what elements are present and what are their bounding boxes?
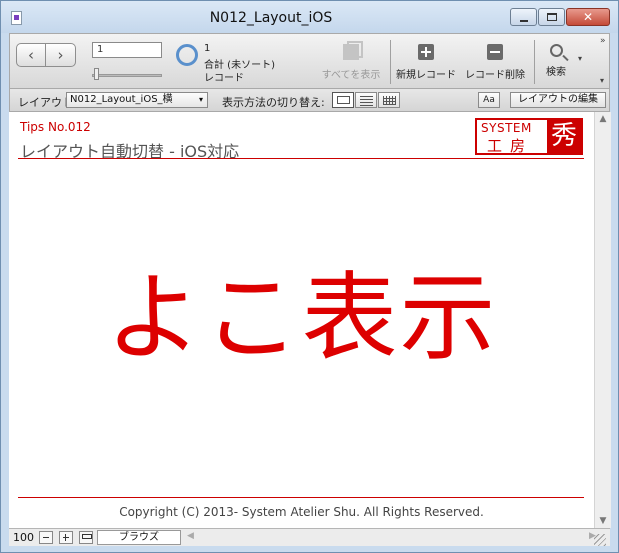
scroll-up-icon[interactable]: ▲	[595, 114, 611, 124]
delete-record-label: レコード削除	[465, 70, 525, 81]
close-button[interactable]: ✕	[566, 8, 610, 26]
logo-shu-mark: 秀	[547, 120, 581, 153]
edit-layout-button[interactable]: レイアウトの編集	[510, 92, 606, 108]
layout-select-value: N012_Layout_iOS_横	[70, 94, 173, 105]
toggle-status-toolbar-button[interactable]	[79, 531, 93, 544]
form-view-icon	[337, 96, 350, 104]
table-view-icon	[383, 96, 396, 105]
found-count: 1	[204, 43, 211, 54]
find-menu-caret-icon[interactable]: ▾	[578, 54, 582, 63]
view-as-label: 表示方法の切り替え:	[222, 96, 325, 109]
record-slider-thumb[interactable]	[94, 68, 99, 80]
system-kobo-shu-logo: SYSTEM 工房 秀	[475, 118, 583, 155]
record-navigation: ‹ ›	[16, 43, 76, 67]
document-icon[interactable]	[11, 11, 22, 25]
records-label: レコード	[204, 73, 244, 84]
view-mode-buttons	[332, 92, 401, 108]
table-view-button[interactable]	[378, 92, 400, 108]
delete-record-button[interactable]: レコード削除	[462, 38, 528, 81]
toolbar-divider	[390, 40, 391, 84]
toolbar-divider	[534, 40, 535, 84]
zoom-out-button[interactable]	[39, 531, 53, 544]
find-label: 検索	[546, 67, 566, 78]
tips-number: Tips No.012	[20, 120, 91, 134]
maximize-icon	[547, 13, 557, 21]
window-controls: ✕	[509, 8, 610, 26]
chevron-down-icon: ▾	[198, 95, 203, 104]
layout-select[interactable]: N012_Layout_iOS_横 ▾	[66, 92, 208, 108]
scroll-left-icon[interactable]: ◀	[187, 531, 194, 541]
record-slider[interactable]	[92, 74, 162, 77]
resize-grip-icon[interactable]	[594, 534, 606, 546]
previous-record-button[interactable]: ‹	[16, 43, 46, 67]
show-all-icon	[343, 41, 363, 60]
status-toolbar: ‹ › 1 1 合計 (未ソート) レコード すべてを表示 新規レコード レコー…	[9, 33, 610, 89]
form-view-button[interactable]	[332, 92, 354, 108]
new-record-button[interactable]: 新規レコード	[394, 38, 458, 81]
vertical-scrollbar[interactable]: ▲ ▼	[594, 112, 611, 528]
orientation-label: よこ表示	[105, 262, 498, 374]
minimize-icon	[520, 20, 528, 22]
window-title: N012_Layout_iOS	[209, 10, 333, 26]
formatting-bar-button[interactable]: Aa	[478, 92, 500, 108]
minus-icon	[487, 44, 503, 60]
scroll-down-icon[interactable]: ▼	[595, 516, 611, 526]
layout-content: Tips No.012 レイアウト自動切替 - iOS対応 SYSTEM 工房 …	[9, 112, 594, 528]
find-button[interactable]: 検索	[538, 38, 574, 78]
minimize-button[interactable]	[510, 8, 537, 26]
layout-bar: レイアウト: N012_Layout_iOS_横 ▾ 表示方法の切り替え: Aa…	[9, 89, 610, 112]
logo-kobo-text: 工房	[487, 137, 534, 155]
plus-icon	[418, 44, 434, 60]
toolbar-overflow-icon[interactable]: »	[600, 36, 606, 46]
record-number-input[interactable]: 1	[92, 42, 162, 58]
status-bar: 100 ブラウズ ◀ ▶	[9, 528, 610, 546]
maximize-button[interactable]	[538, 8, 565, 26]
list-view-button[interactable]	[355, 92, 377, 108]
search-icon	[549, 44, 563, 57]
logo-system-text: SYSTEM	[481, 121, 532, 135]
next-record-button[interactable]: ›	[46, 43, 76, 67]
pie-chart-icon	[176, 44, 198, 66]
close-icon: ✕	[582, 10, 594, 24]
list-view-icon	[360, 96, 373, 97]
show-all-button[interactable]: すべてを表示	[318, 38, 384, 81]
copyright-text: Copyright (C) 2013- System Atelier Shu. …	[119, 505, 484, 519]
zoom-level[interactable]: 100	[13, 531, 34, 544]
footer-divider	[18, 497, 584, 498]
app-window: N012_Layout_iOS ✕ ‹ › 1 1 合計 (未ソート) レコード…	[0, 0, 619, 553]
zoom-in-button[interactable]	[59, 531, 73, 544]
title-bar[interactable]: N012_Layout_iOS ✕	[1, 1, 618, 33]
show-all-label: すべてを表示	[321, 70, 381, 81]
title-divider	[18, 158, 584, 159]
mode-popup[interactable]: ブラウズ	[97, 530, 181, 545]
new-record-label: 新規レコード	[396, 70, 456, 81]
toolbar-collapse-icon[interactable]: ▾	[600, 76, 604, 85]
